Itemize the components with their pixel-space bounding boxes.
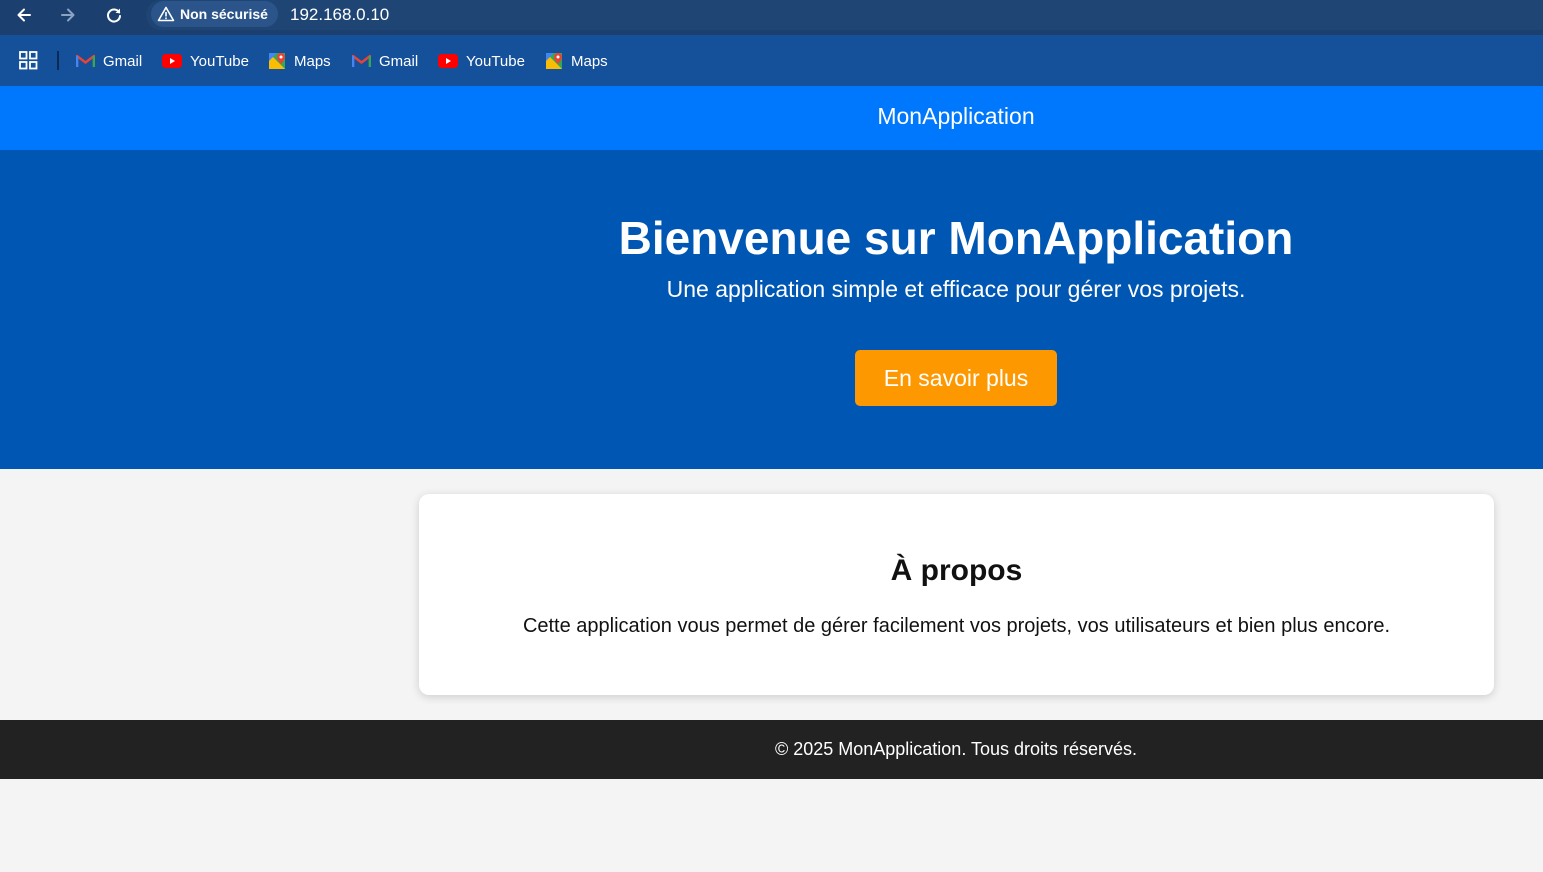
browser-toolbar: Non sécurisé 192.168.0.10 (0, 0, 1543, 35)
bookmark-youtube[interactable]: YouTube (162, 49, 249, 73)
bookmark-gmail[interactable]: Gmail (352, 49, 418, 73)
reload-icon (107, 8, 121, 23)
warning-icon (157, 6, 175, 22)
footer-copyright: © 2025 MonApplication. Tous droits réser… (774, 739, 1138, 759)
about-title: À propos (890, 554, 1023, 587)
bookmark-label: Gmail (379, 52, 419, 70)
arrow-right-icon (61, 8, 75, 22)
hero-title: Bienvenue sur MonApplication (618, 212, 1294, 264)
maps-icon (546, 53, 562, 69)
bookmark-label: Gmail (103, 52, 143, 70)
site-footer: © 2025 MonApplication. Tous droits réser… (0, 720, 1543, 779)
forward-button[interactable] (54, 3, 82, 27)
apps-grid-icon[interactable] (19, 51, 38, 70)
bookmarks-separator (57, 51, 59, 70)
back-button[interactable] (10, 3, 38, 27)
site-logo[interactable]: MonApplication (0, 103, 1543, 130)
about-text: Cette application vous permet de gérer f… (522, 615, 1391, 637)
security-label: Non sécurisé (180, 6, 268, 22)
bookmark-label: Maps (571, 52, 608, 70)
maps-icon (269, 53, 285, 69)
arrow-left-icon (17, 8, 31, 22)
bookmark-label: Maps (294, 52, 331, 70)
bookmark-maps[interactable]: Maps (268, 49, 331, 73)
gmail-icon (76, 54, 95, 67)
security-chip[interactable]: Non sécurisé (151, 1, 278, 27)
youtube-icon (438, 54, 458, 68)
bookmark-label: YouTube (466, 52, 525, 70)
gmail-icon (352, 54, 371, 67)
hero-section: Bienvenue sur MonApplication Une applica… (0, 150, 1543, 469)
hero-subtitle: Une application simple et efficace pour … (666, 276, 1246, 302)
bookmark-youtube[interactable]: YouTube (438, 49, 525, 73)
reload-button[interactable] (100, 3, 128, 27)
about-card: À propos Cette application vous permet d… (419, 494, 1494, 695)
site-header: MonApplication (0, 86, 1543, 150)
bookmarks-bar: Gmail YouTube Maps Gmail YouTube Maps (0, 35, 1543, 86)
bookmark-gmail[interactable]: Gmail (76, 49, 142, 73)
url-text[interactable]: 192.168.0.10 (290, 5, 389, 25)
learn-more-button[interactable]: En savoir plus (855, 350, 1057, 406)
youtube-icon (162, 54, 182, 68)
bookmark-maps[interactable]: Maps (545, 49, 608, 73)
bookmark-label: YouTube (190, 52, 249, 70)
